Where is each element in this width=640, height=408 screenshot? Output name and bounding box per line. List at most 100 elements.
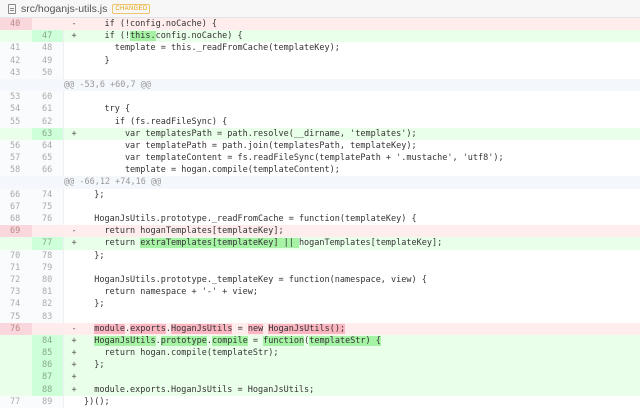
new-line-number[interactable]: 89 xyxy=(32,395,64,408)
code-text: module.exports.HoganJsUtils = HoganJsUti… xyxy=(84,384,640,396)
old-line-number[interactable]: 43 xyxy=(0,66,32,79)
diff-sign: + xyxy=(71,372,77,383)
new-line-number[interactable]: 62 xyxy=(32,115,64,128)
new-line-number[interactable]: 81 xyxy=(32,286,64,299)
old-line-number[interactable]: 57 xyxy=(0,152,32,165)
code-text: HoganJsUtils.prototype._readFromCache = … xyxy=(84,213,640,225)
code-segment: }; xyxy=(84,360,105,371)
old-line-number[interactable]: 77 xyxy=(0,395,32,408)
code-text: var templatesPath = path.resolve(__dirna… xyxy=(84,128,640,140)
context-line: 71 79 xyxy=(0,261,640,274)
highlighted-change: this. xyxy=(130,31,156,42)
new-line-number[interactable]: 64 xyxy=(32,139,64,153)
context-line: 54 61 try { xyxy=(0,103,640,116)
new-line-number[interactable]: 77 xyxy=(32,237,64,250)
code-segment: } xyxy=(84,55,110,66)
code-text: template = this._readFromCache(templateK… xyxy=(84,42,640,54)
new-line-number[interactable]: 74 xyxy=(32,188,64,201)
diff-sign: + xyxy=(71,128,77,139)
old-line-number[interactable]: 69 xyxy=(0,225,32,238)
new-line-number[interactable]: 50 xyxy=(32,66,64,79)
old-line-number[interactable]: 66 xyxy=(0,188,32,201)
diff-sign: + xyxy=(71,360,77,371)
context-line: 58 66 template = hogan.compile(templateCo… xyxy=(0,164,640,177)
old-line-number[interactable]: 58 xyxy=(0,164,32,177)
context-line: 56 64 var templatePath = path.join(templa… xyxy=(0,139,640,153)
new-line-number[interactable]: 66 xyxy=(32,164,64,177)
code-text: @@ -53,6 +60,7 @@ xyxy=(64,79,640,91)
new-line-number[interactable]: 47 xyxy=(32,30,64,43)
added-line: 84 + HoganJsUtils.prototype.compile = fun… xyxy=(0,334,640,348)
code-segment: @@ -66,12 +74,16 @@ xyxy=(64,177,162,188)
added-line: 63 + var templatesPath = path.resolve(__d… xyxy=(0,127,640,140)
new-line-number[interactable]: 49 xyxy=(32,54,64,67)
new-line-number[interactable]: 79 xyxy=(32,261,64,274)
highlighted-change: (); xyxy=(329,323,346,334)
old-line-number[interactable]: 54 xyxy=(0,103,32,116)
new-line-number[interactable]: 78 xyxy=(32,249,64,262)
new-line-number[interactable]: 87 xyxy=(32,371,64,384)
new-line-number[interactable]: 88 xyxy=(32,383,64,396)
status-badge: CHANGED xyxy=(112,3,151,14)
old-line-number[interactable]: 68 xyxy=(0,213,32,226)
code-segment: @@ -53,6 +60,7 @@ xyxy=(64,79,151,90)
context-line: 53 60 xyxy=(0,91,640,104)
old-line-number[interactable]: 76 xyxy=(0,322,32,335)
code-segment: if (fs.readFileSync) { xyxy=(84,116,228,127)
deleted-line: 40 - if (!config.noCache) { xyxy=(0,18,640,31)
code-text: if (!config.noCache) { xyxy=(84,18,640,30)
context-line: 72 80 HoganJsUtils.prototype._templateKey… xyxy=(0,273,640,287)
new-line-number[interactable]: 82 xyxy=(32,298,64,311)
code-text: } xyxy=(84,55,640,67)
code-segment: if (!config.noCache) { xyxy=(84,19,218,29)
new-line-number[interactable]: 65 xyxy=(32,152,64,165)
new-line-number[interactable]: 61 xyxy=(32,103,64,116)
hunk-header: @@ -66,12 +74,16 @@ xyxy=(0,176,640,189)
old-line-number[interactable]: 75 xyxy=(0,310,32,323)
code-segment: module.exports.HoganJsUtils = HoganJsUti… xyxy=(84,384,315,395)
old-line-number[interactable]: 70 xyxy=(0,249,32,262)
highlighted-change: function xyxy=(263,335,305,346)
new-line-number[interactable]: 76 xyxy=(32,213,64,226)
old-line-number[interactable]: 73 xyxy=(0,286,32,299)
new-line-number[interactable]: 75 xyxy=(32,200,64,214)
new-line-number[interactable]: 84 xyxy=(32,334,64,348)
new-line-number[interactable]: 48 xyxy=(32,42,64,55)
new-line-number[interactable]: 83 xyxy=(32,310,64,323)
context-line: 70 78 }; xyxy=(0,249,640,262)
file-header: src/hoganjs-utils.js CHANGED xyxy=(0,0,640,18)
old-line-number[interactable]: 55 xyxy=(0,115,32,128)
old-line-number[interactable]: 71 xyxy=(0,261,32,274)
file-path[interactable]: src/hoganjs-utils.js xyxy=(21,3,107,15)
code-segment: }; xyxy=(84,189,105,200)
code-text: }; xyxy=(84,359,640,371)
code-text: }; xyxy=(84,250,640,262)
new-line-number[interactable]: 86 xyxy=(32,359,64,372)
code-segment: hoganTemplates[templateKey]; xyxy=(298,238,443,249)
new-line-number[interactable]: 85 xyxy=(32,347,64,360)
old-line-number[interactable]: 67 xyxy=(0,200,32,214)
old-line-number[interactable]: 56 xyxy=(0,139,32,153)
old-line-number[interactable]: 53 xyxy=(0,91,32,104)
added-line: 77 + return extraTemplates[templateKey] |… xyxy=(0,237,640,250)
deleted-line: 76 - module.exports.HoganJsUtils = new Ho… xyxy=(0,322,640,335)
code-text: return hogan.compile(templateStr); xyxy=(84,347,640,359)
context-line: 74 82 }; xyxy=(0,298,640,311)
old-line-number[interactable]: 42 xyxy=(0,54,32,67)
new-line-number[interactable]: 60 xyxy=(32,91,64,104)
context-line: 67 75 xyxy=(0,200,640,214)
code-segment: var templatePath = path.join(templatesPa… xyxy=(84,140,417,151)
new-line-number[interactable]: 80 xyxy=(32,273,64,287)
code-text: var templatePath = path.join(templatesPa… xyxy=(84,140,640,152)
old-line-number[interactable]: 74 xyxy=(0,298,32,311)
old-line-number[interactable]: 41 xyxy=(0,42,32,55)
diff-sign: + xyxy=(71,31,77,42)
highlighted-change: module xyxy=(94,323,125,334)
added-line: 87 + xyxy=(0,371,640,384)
code-text: HoganJsUtils.prototype.compile = functio… xyxy=(84,335,640,347)
new-line-number[interactable]: 63 xyxy=(32,127,64,140)
old-line-number[interactable]: 40 xyxy=(0,18,32,31)
old-line-number[interactable]: 72 xyxy=(0,273,32,287)
code-segment: HoganJsUtils.prototype._readFromCache = … xyxy=(84,214,417,224)
